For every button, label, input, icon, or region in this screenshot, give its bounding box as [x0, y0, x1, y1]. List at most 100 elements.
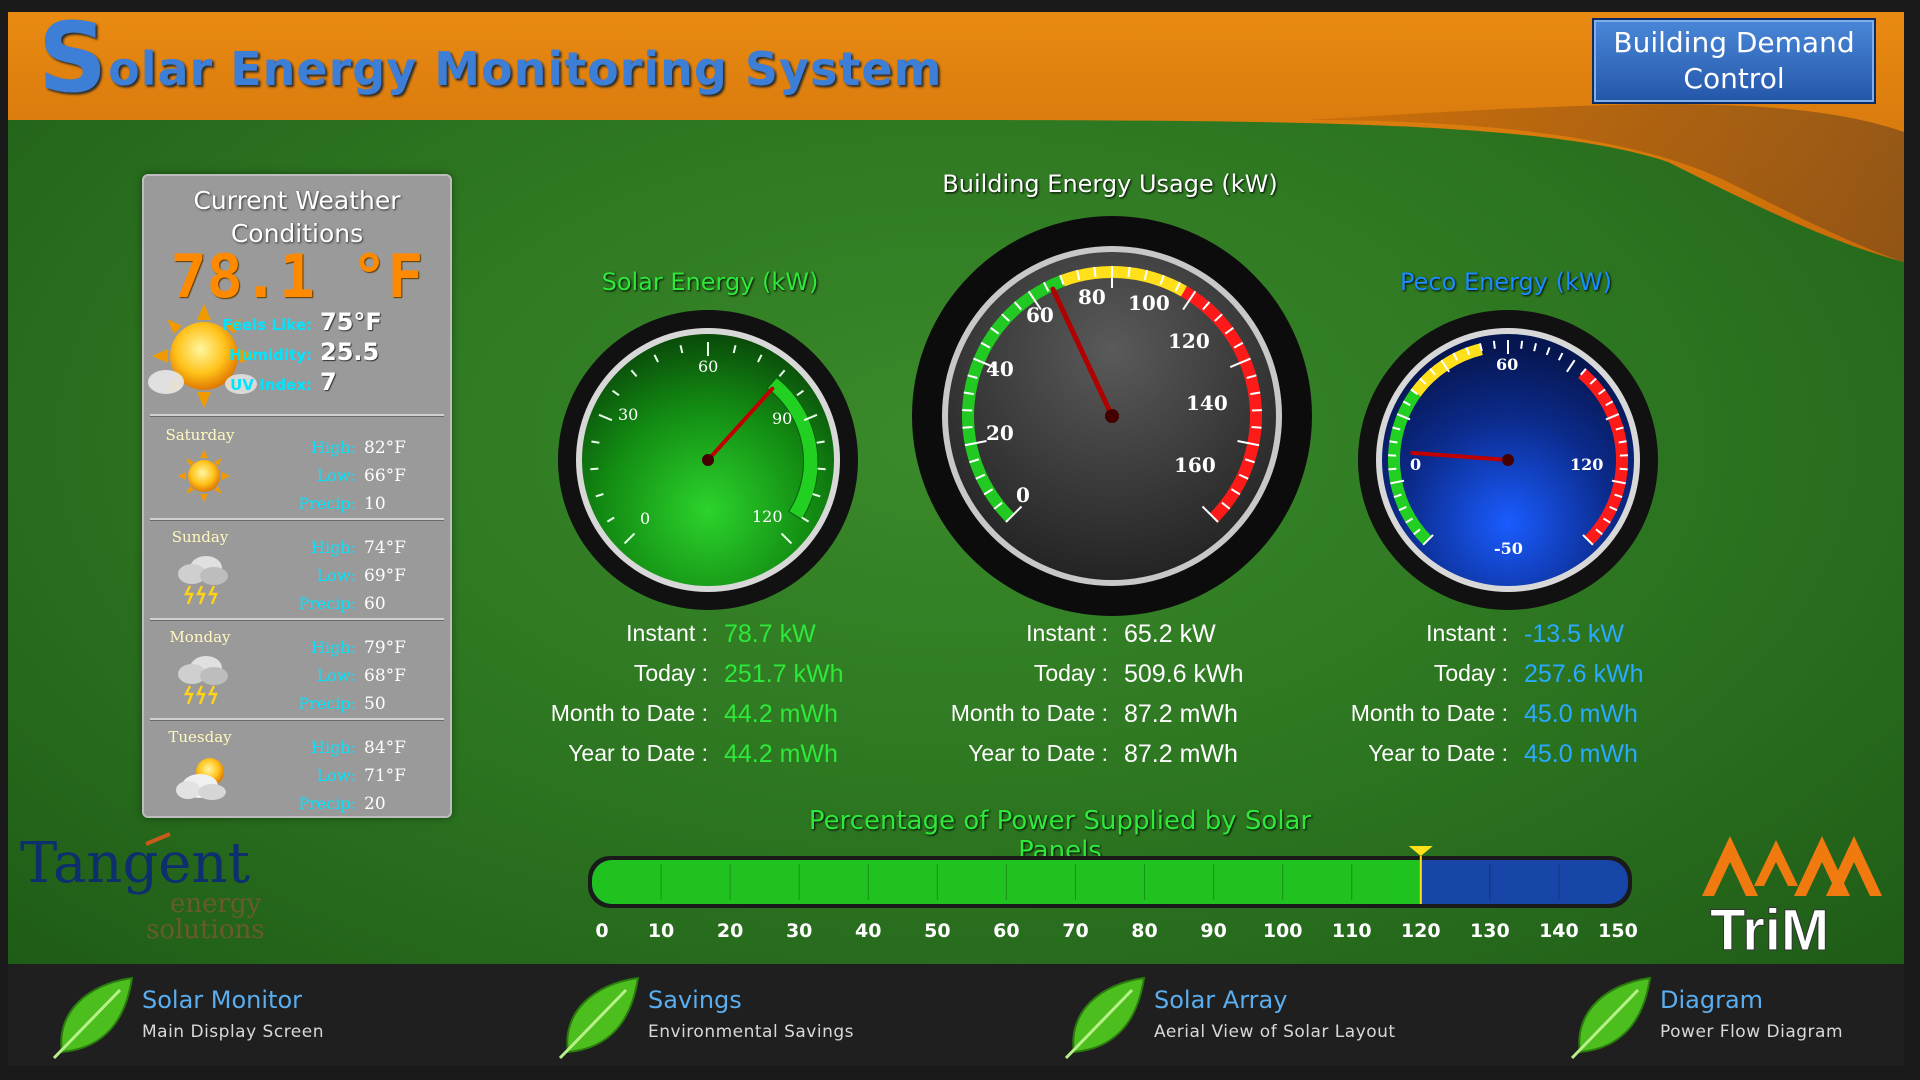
peco-month-label: Month to Date : [1350, 700, 1508, 726]
uv-index-label: UV Index: [230, 376, 312, 394]
svg-text:Tangent: Tangent [20, 831, 251, 896]
forecast-high-label: High: [310, 538, 356, 557]
nav-solar-monitor[interactable]: Solar Monitor Main Display Screen [44, 964, 404, 1066]
peco-year-value: 45.0 mWh [1524, 740, 1638, 768]
peco-instant-value: -13.5 kW [1524, 620, 1625, 648]
divider [150, 618, 444, 621]
meter-marker [1408, 846, 1433, 856]
thunderstorm-icon [178, 656, 228, 705]
forecast-precip: 60 [364, 594, 386, 614]
forecast-high: 84°F [364, 738, 406, 758]
bottom-navigation: Solar Monitor Main Display Screen Saving… [8, 964, 1904, 1066]
gauge-tick-mark [591, 440, 600, 444]
percentage-tick: 0 [595, 920, 609, 942]
percentage-tick: 50 [924, 920, 951, 942]
forecast-high: 74°F [364, 538, 406, 558]
forecast-low-label: Low: [316, 466, 356, 485]
building-year-value: 87.2 mWh [1124, 740, 1238, 768]
app-title: Solar Energy Monitoring System [38, 10, 943, 106]
humidity-value: 25.5 [320, 338, 380, 366]
solar-instant-label: Instant : [626, 620, 708, 646]
nav-diagram[interactable]: Diagram Power Flow Diagram [1562, 964, 1902, 1066]
peco-year-label: Year to Date : [1368, 740, 1508, 766]
forecast-low-label: Low: [316, 666, 356, 685]
gauge-tick: 160 [1174, 453, 1216, 477]
gauge-tick-mark [1492, 340, 1496, 349]
percentage-tick: 70 [1062, 920, 1089, 942]
building-today-label: Today : [1033, 660, 1108, 686]
peco-energy-gauge: -50 0 60 120 [1358, 310, 1658, 610]
forecast-day: Sunday [171, 528, 229, 546]
peco-today-value: 257.6 kWh [1524, 660, 1644, 688]
gauge-tick-mark [1389, 440, 1398, 444]
gauge-tick-mark [1251, 425, 1262, 429]
forecast-precip-label: Precip: [298, 594, 356, 613]
percentage-tick: 110 [1331, 920, 1372, 942]
gauge-tick-mark [1618, 440, 1627, 444]
solar-month-label: Month to Date : [550, 700, 708, 726]
percentage-tick: 30 [785, 920, 813, 942]
feels-like-label: Feels Like: [222, 316, 312, 334]
divider [150, 414, 444, 417]
leaf-icon [1570, 976, 1652, 1060]
gauge-tick-mark [962, 425, 973, 429]
percentage-tick: 90 [1200, 920, 1227, 942]
forecast-high-label: High: [310, 638, 356, 657]
gauge-tick: 120 [752, 507, 783, 526]
percentage-tick: 140 [1539, 920, 1579, 942]
app-title-rest: olar Energy Monitoring System [108, 42, 943, 96]
nav-title: Solar Monitor [142, 986, 303, 1014]
nav-title: Savings [648, 986, 742, 1014]
svg-text:TriM: TriM [1710, 898, 1829, 956]
building-month-value: 87.2 mWh [1124, 700, 1238, 728]
tangent-energy-logo: Tangent energy solutions [20, 831, 265, 945]
gauge-tick: 80 [1078, 285, 1106, 309]
app-title-initial: S [38, 2, 109, 114]
trim-logo: TriM [1702, 836, 1882, 956]
building-today-value: 509.6 kWh [1124, 660, 1244, 688]
forecast-precip: 50 [364, 694, 386, 714]
nav-title: Solar Array [1154, 986, 1288, 1014]
percentage-tick: 150 [1598, 920, 1638, 942]
forecast-precip: 20 [364, 794, 386, 814]
humidity-label: Humidity: [229, 346, 312, 364]
nav-subtitle: Environmental Savings [648, 1022, 855, 1042]
gauge-tick-mark [817, 467, 826, 471]
solar-percentage-meter [588, 846, 1632, 908]
forecast-high: 79°F [364, 638, 406, 658]
nav-savings[interactable]: Savings Environmental Savings [550, 964, 910, 1066]
forecast-precip-label: Precip: [298, 494, 356, 513]
gauge-tick: 60 [1026, 303, 1054, 327]
meter-fill-edge [1400, 860, 1421, 904]
weather-panel: Current Weather Conditions 78.1 °F Feels… [142, 174, 452, 818]
feels-like-value: 75°F [320, 308, 382, 336]
forecast-low: 69°F [364, 566, 406, 586]
solar-year-label: Year to Date : [568, 740, 708, 766]
forecast-day: Monday [169, 628, 231, 646]
gauge-tick: 100 [1128, 291, 1170, 315]
gauge-tick: -50 [1494, 539, 1523, 558]
gauge-tick: 0 [1016, 483, 1030, 507]
nav-subtitle: Main Display Screen [142, 1022, 324, 1042]
gauge-tick: 140 [1186, 391, 1228, 415]
gauge-tick: 20 [986, 421, 1014, 445]
gauge-tick: 90 [772, 409, 792, 428]
forecast-high-label: High: [310, 438, 356, 457]
solar-energy-gauge: 0 30 60 90 120 [558, 310, 858, 610]
forecast-low: 71°F [364, 766, 406, 786]
nav-solar-array[interactable]: Solar Array Aerial View of Solar Layout [1056, 964, 1436, 1066]
nav-subtitle: Aerial View of Solar Layout [1154, 1022, 1396, 1042]
gauge-tick: 30 [618, 405, 638, 424]
building-year-label: Year to Date : [968, 740, 1108, 766]
svg-text:solutions: solutions [146, 915, 265, 945]
percentage-tick: 40 [855, 920, 882, 942]
partly-cloudy-icon [176, 758, 226, 800]
thunderstorm-icon [178, 556, 228, 605]
solar-instant-value: 78.7 kW [724, 620, 816, 648]
building-demand-control-button[interactable]: Building Demand Control [1592, 18, 1876, 104]
gauge-tick: 60 [1496, 355, 1518, 374]
percentage-tick: 10 [647, 920, 675, 942]
forecast-high: 82°F [364, 438, 406, 458]
peco-month-value: 45.0 mWh [1524, 700, 1638, 728]
percentage-tick: 120 [1400, 920, 1441, 942]
